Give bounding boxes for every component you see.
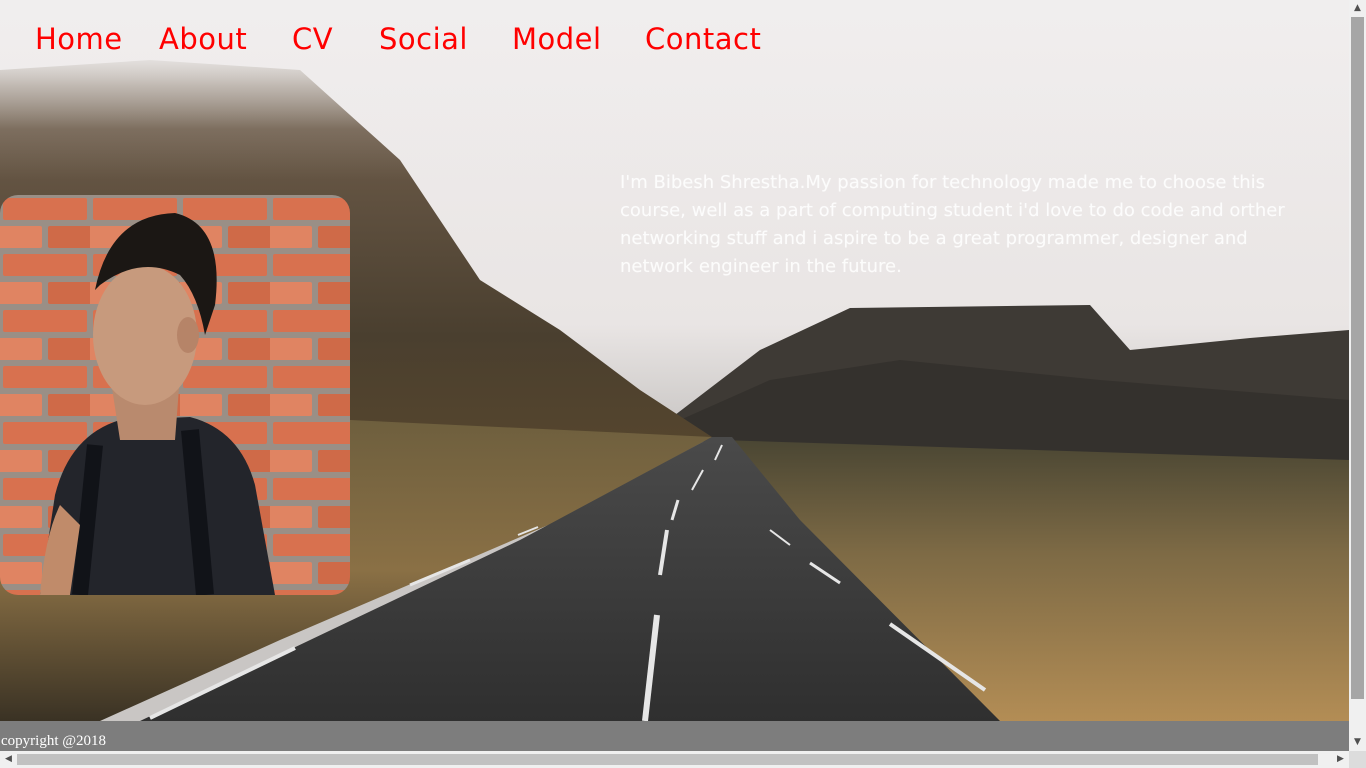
nav-link-cv[interactable]: CV — [292, 22, 333, 56]
nav-link-home[interactable]: Home — [35, 22, 123, 56]
vertical-scrollbar[interactable]: ▲ ▼ — [1349, 0, 1366, 751]
horizontal-scrollbar[interactable]: ◀ ▶ — [0, 751, 1349, 768]
scrollbar-corner — [1349, 751, 1366, 768]
hero-section: Home About CV Social Model Contact I'm B… — [0, 0, 1349, 721]
copyright-text: copyright @2018 — [1, 733, 107, 749]
scroll-up-arrow-icon[interactable]: ▲ — [1349, 0, 1366, 17]
profile-photo — [0, 195, 350, 595]
scroll-down-arrow-icon[interactable]: ▼ — [1349, 734, 1366, 751]
scroll-right-arrow-icon[interactable]: ▶ — [1332, 751, 1349, 768]
nav-link-contact[interactable]: Contact — [645, 22, 761, 56]
page-footer: copyright @2018 — [0, 721, 1349, 751]
scroll-left-arrow-icon[interactable]: ◀ — [0, 751, 17, 768]
nav-link-social[interactable]: Social — [379, 22, 468, 56]
nav-link-about[interactable]: About — [159, 22, 247, 56]
horizontal-scroll-thumb[interactable] — [17, 754, 1318, 765]
page-viewport: Home About CV Social Model Contact I'm B… — [0, 0, 1349, 751]
top-navigation: Home About CV Social Model Contact — [0, 0, 1349, 86]
vertical-scroll-thumb[interactable] — [1351, 17, 1364, 699]
nav-link-model[interactable]: Model — [512, 22, 602, 56]
bio-paragraph: I'm Bibesh Shrestha.My passion for techn… — [620, 172, 1285, 277]
